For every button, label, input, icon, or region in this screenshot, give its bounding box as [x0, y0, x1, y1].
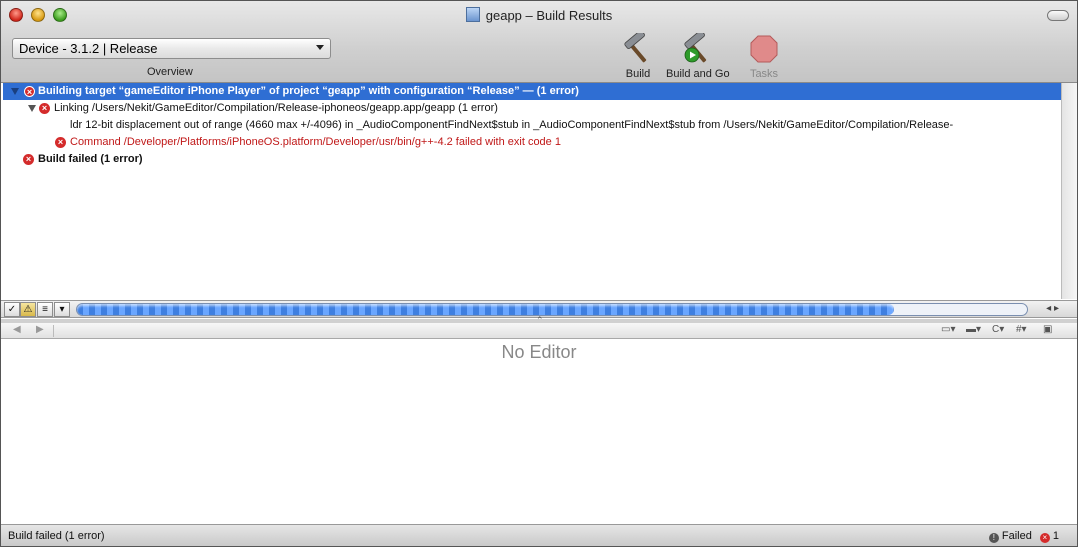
tasks-button[interactable]: Tasks: [747, 33, 781, 80]
warning-icon: !: [988, 533, 999, 543]
breakpoints-menu-icon[interactable]: ▬▾: [966, 324, 981, 335]
nav-divider: [53, 325, 54, 337]
counterpart-icon[interactable]: ▣: [1043, 324, 1052, 335]
filter-menu-button[interactable]: ▾: [54, 302, 70, 317]
error-icon: ×: [23, 154, 34, 165]
transcript-icon: ≡: [42, 304, 48, 315]
build-and-go-button[interactable]: Build and Go: [666, 33, 730, 80]
show-all-filter-button[interactable]: ✓: [4, 302, 20, 317]
toolbar-toggle-button[interactable]: [1047, 10, 1069, 21]
build-target-row-label: Building target “gameEditor iPhone Playe…: [38, 85, 579, 97]
list-item[interactable]: × Linking /Users/Nekit/GameEditor/Compil…: [3, 100, 1061, 117]
list-item[interactable]: × Command /Developer/Platforms/iPhoneOS.…: [3, 134, 1061, 151]
warning-icon: ⚠: [23, 304, 33, 315]
title-toolbar: geapp – Build Results Device - 3.1.2 | R…: [1, 1, 1077, 83]
window-title: geapp – Build Results: [485, 8, 613, 23]
build-progress-bar: [76, 303, 1028, 316]
command-failed-row-label: Command /Developer/Platforms/iPhoneOS.pl…: [70, 136, 561, 148]
checkmark-icon: ✓: [7, 304, 17, 315]
error-icon: ×: [55, 137, 66, 148]
class-hierarchy-menu-icon[interactable]: C▾: [992, 324, 1004, 335]
included-files-menu-icon[interactable]: #▾: [1016, 324, 1027, 335]
window-title-area: geapp – Build Results: [1, 7, 1077, 23]
results-vertical-scrollbar[interactable]: [1061, 83, 1077, 299]
status-bar: Build failed (1 error) ! Failed × 1: [1, 524, 1077, 546]
device-select-value: Device - 3.1.2 | Release: [19, 41, 158, 56]
stop-icon: [750, 35, 778, 63]
overview-label: Overview: [147, 66, 193, 78]
error-icon: ×: [39, 103, 50, 114]
error-count: 1: [1052, 530, 1059, 542]
disclosure-triangle-icon[interactable]: [28, 105, 36, 112]
hammer-icon: [624, 33, 647, 63]
bookmarks-menu-icon[interactable]: ▭▾: [941, 324, 955, 335]
list-item[interactable]: ldr 12-bit displacement out of range (46…: [3, 117, 1061, 134]
linking-row-label: Linking /Users/Nekit/GameEditor/Compilat…: [54, 102, 498, 114]
build-results-list: × Building target “gameEditor iPhone Pla…: [3, 83, 1061, 299]
editor-navigation-bar: ◀ ▶ ▭▾ ▬▾ C▾ #▾ ▣: [1, 323, 1077, 339]
status-message: Build failed (1 error): [8, 530, 105, 542]
list-item[interactable]: × Building target “gameEditor iPhone Pla…: [3, 83, 1061, 100]
hammer-play-icon: [684, 33, 706, 63]
horizontal-scroll-arrows[interactable]: ◂ ▸: [1046, 303, 1059, 314]
build-failed-row-label: Build failed (1 error): [38, 153, 143, 165]
tasks-label: Tasks: [749, 68, 779, 80]
no-editor-placeholder: No Editor: [501, 342, 577, 362]
build-and-go-label: Build and Go: [666, 68, 730, 80]
build-result-summary[interactable]: ! Failed × 1: [988, 530, 1059, 543]
build-result-text: Failed: [1001, 530, 1032, 542]
chevron-down-icon: [316, 45, 324, 50]
editor-pane[interactable]: No Editor: [1, 339, 1077, 524]
linker-message-row-label: ldr 12-bit displacement out of range (46…: [70, 119, 954, 131]
go-back-icon[interactable]: ◀: [13, 324, 21, 335]
chevron-down-icon: ▾: [59, 304, 65, 315]
show-transcript-filter-button[interactable]: ≡: [37, 302, 53, 317]
build-results-window: geapp – Build Results Device - 3.1.2 | R…: [0, 0, 1078, 547]
build-button[interactable]: Build: [621, 33, 655, 80]
build-label: Build: [625, 68, 651, 80]
error-icon: ×: [1039, 533, 1050, 543]
project-document-icon: [465, 7, 480, 22]
show-warnings-filter-button[interactable]: ⚠: [20, 302, 36, 317]
active-sdk-configuration-select[interactable]: Device - 3.1.2 | Release: [12, 38, 331, 59]
build-progress-fill: [77, 304, 894, 315]
disclosure-triangle-icon[interactable]: [11, 88, 19, 95]
list-item[interactable]: × Build failed (1 error): [3, 151, 1061, 168]
go-forward-icon[interactable]: ▶: [36, 324, 44, 335]
error-icon: ×: [24, 86, 35, 97]
